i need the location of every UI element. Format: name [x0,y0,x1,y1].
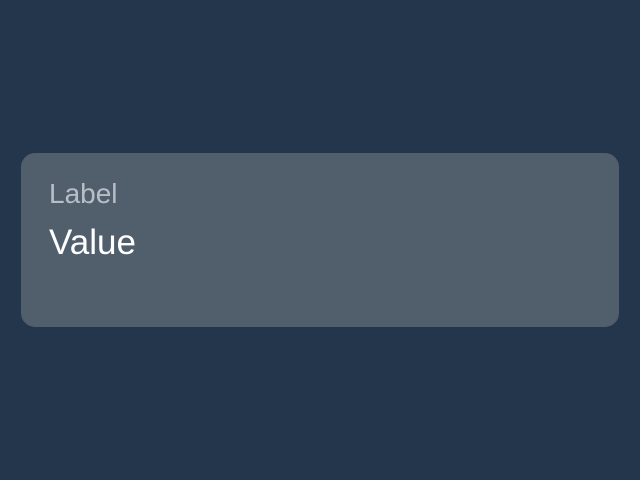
card-value: Value [49,223,136,262]
card-label: Label [49,178,118,209]
info-card: Label Value [21,153,619,327]
